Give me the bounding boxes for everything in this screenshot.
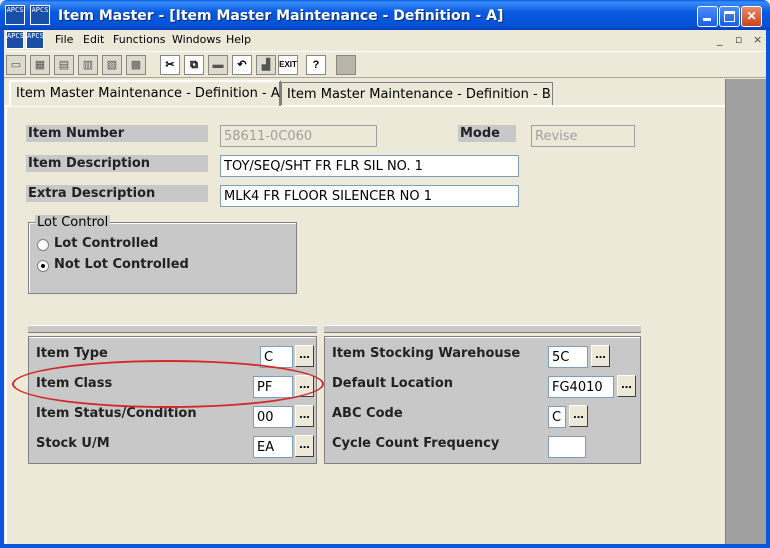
mdi-minimize-button[interactable]: _ xyxy=(717,33,723,46)
mode-label: Mode xyxy=(458,125,516,142)
paste-icon[interactable]: ▬ xyxy=(208,55,228,75)
cycle-count-field[interactable] xyxy=(548,436,586,458)
item-type-label: Item Type xyxy=(36,346,108,361)
tab-definition-a[interactable]: Item Master Maintenance - Definition - A xyxy=(9,80,281,106)
menu-bar: APCS APCS File Edit Functions Windows He… xyxy=(4,30,766,50)
lot-controlled-label[interactable]: Lot Controlled xyxy=(54,236,158,251)
item-class-highlight xyxy=(12,360,324,408)
lot-control-title: Lot Control xyxy=(35,215,111,230)
stock-um-lookup-button[interactable]: ... xyxy=(295,435,314,457)
title-bar: APCS APCS Item Master - [Item Master Mai… xyxy=(0,0,770,30)
window-title: Item Master - [Item Master Maintenance -… xyxy=(58,8,504,24)
item-number-field: 58611-0C060 xyxy=(220,125,377,147)
save-icon[interactable]: ▦ xyxy=(30,55,50,75)
maximize-button[interactable] xyxy=(719,6,740,27)
stock-um-field[interactable]: EA xyxy=(253,436,293,458)
stocking-warehouse-lookup-button[interactable]: ... xyxy=(591,345,610,367)
close-icon: ✕ xyxy=(746,9,757,23)
help-icon[interactable]: ? xyxy=(306,55,326,75)
abc-code-lookup-button[interactable]: ... xyxy=(569,405,588,427)
close-button[interactable]: ✕ xyxy=(741,6,762,27)
default-location-lookup-button[interactable]: ... xyxy=(617,375,636,397)
minimize-button[interactable] xyxy=(697,6,718,27)
tab-definition-b[interactable]: Item Master Maintenance - Definition - B xyxy=(281,82,553,106)
cut-icon[interactable]: ✂ xyxy=(160,55,180,75)
default-location-field[interactable]: FG4010 xyxy=(548,376,614,398)
menu-functions[interactable]: Functions xyxy=(113,33,166,46)
minimize-icon xyxy=(703,18,711,21)
abc-code-label: ABC Code xyxy=(332,406,403,421)
stop-icon[interactable] xyxy=(336,55,356,75)
default-location-label: Default Location xyxy=(332,376,454,391)
side-strip xyxy=(725,79,766,544)
left-section-header xyxy=(28,325,317,333)
item-description-label: Item Description xyxy=(26,155,208,172)
item-number-label: Item Number xyxy=(26,125,208,142)
app-icon[interactable]: APCS xyxy=(5,5,25,25)
item-description-field[interactable]: TOY/SEQ/SHT FR FLR SIL NO. 1 xyxy=(220,155,519,177)
lot-controlled-radio[interactable] xyxy=(37,239,49,251)
window-frame-bottom xyxy=(0,544,770,548)
menu-edit[interactable]: Edit xyxy=(83,33,104,46)
mdi-close-button[interactable]: × xyxy=(753,33,762,46)
mode-field: Revise xyxy=(531,125,635,147)
mdi-app-icon-secondary: APCS xyxy=(26,31,44,49)
delete-icon[interactable]: ▤ xyxy=(54,55,74,75)
menu-windows[interactable]: Windows xyxy=(172,33,221,46)
stock-um-label: Stock U/M xyxy=(36,436,110,451)
chart-icon[interactable]: ▟ xyxy=(256,55,276,75)
window-frame-right xyxy=(766,30,770,548)
mdi-app-icon[interactable]: APCS xyxy=(6,31,24,49)
extra-description-label: Extra Description xyxy=(26,185,208,202)
cycle-count-label: Cycle Count Frequency xyxy=(332,436,500,451)
stocking-warehouse-label: Item Stocking Warehouse xyxy=(332,346,521,361)
new-record-icon[interactable]: ▭ xyxy=(6,55,26,75)
maximize-icon xyxy=(724,11,735,22)
copy-icon[interactable]: ⧉ xyxy=(184,55,204,75)
find-icon[interactable]: ▩ xyxy=(126,55,146,75)
stocking-warehouse-field[interactable]: 5C xyxy=(548,346,588,368)
menu-file[interactable]: File xyxy=(55,33,73,46)
exit-icon[interactable]: EXIT xyxy=(278,55,298,75)
not-lot-controlled-radio[interactable] xyxy=(37,260,49,272)
extra-description-field[interactable]: MLK4 FR FLOOR SILENCER NO 1 xyxy=(220,185,519,207)
toolbar: ▭ ▦ ▤ ▥ ▧ ▩ ✂ ⧉ ▬ ↶ ▟ EXIT ? xyxy=(4,51,766,78)
abc-code-field[interactable]: C xyxy=(548,406,566,428)
item-type-lookup-button[interactable]: ... xyxy=(295,345,314,367)
mdi-restore-button[interactable]: ▫ xyxy=(735,33,742,46)
undo-icon[interactable]: ↶ xyxy=(232,55,252,75)
item-status-lookup-button[interactable]: ... xyxy=(295,405,314,427)
item-status-field[interactable]: 00 xyxy=(253,406,293,428)
item-status-label: Item Status/Condition xyxy=(36,406,197,421)
edit-icon[interactable]: ▧ xyxy=(102,55,122,75)
print-icon[interactable]: ▥ xyxy=(78,55,98,75)
not-lot-controlled-label[interactable]: Not Lot Controlled xyxy=(54,257,189,272)
menu-help[interactable]: Help xyxy=(226,33,251,46)
right-section-header xyxy=(324,325,641,333)
app-icon-secondary: APCS xyxy=(30,5,50,25)
